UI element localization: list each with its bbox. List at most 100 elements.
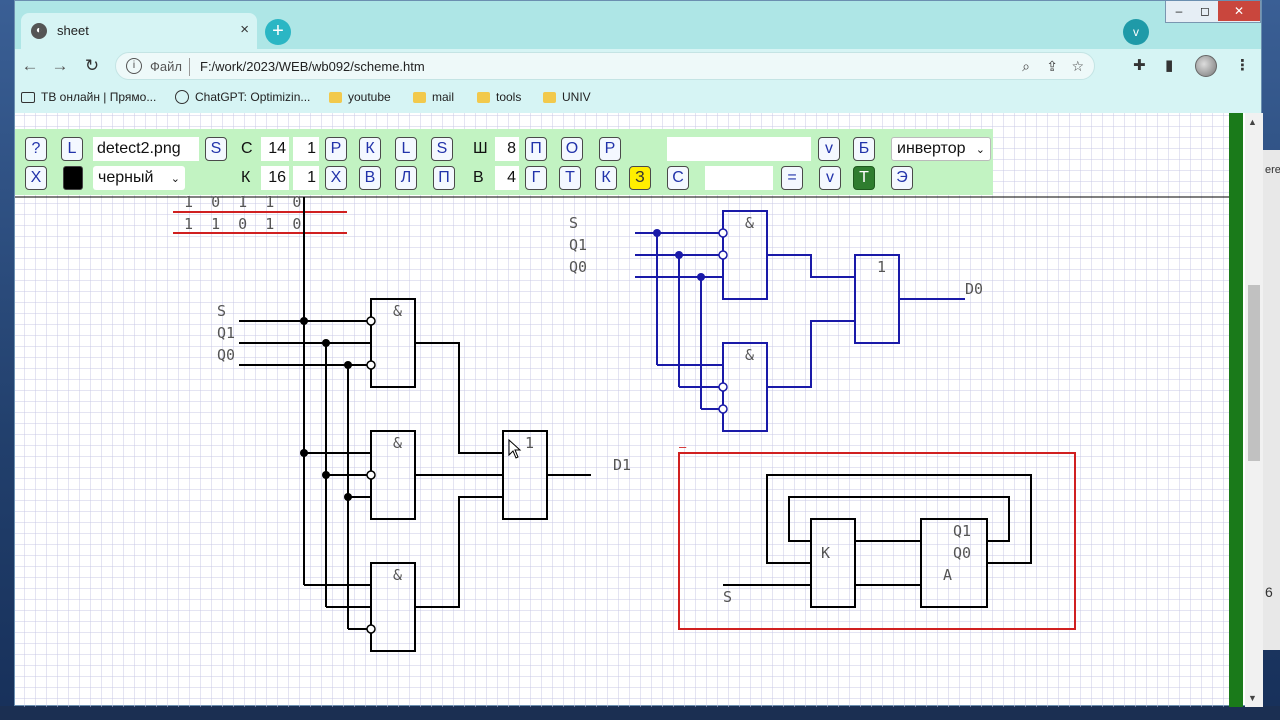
bookmark-tools[interactable]: tools — [477, 90, 521, 104]
folder-icon — [543, 91, 556, 103]
bookmark-label: UNIV — [562, 90, 591, 104]
button-k2[interactable]: К — [595, 166, 617, 190]
side-window-label: ere — [1265, 164, 1280, 176]
h-value-field[interactable]: 4 — [495, 166, 519, 190]
chevron-down-icon: ⌄ — [170, 172, 180, 185]
w-label: Ш — [473, 140, 488, 157]
scrollbar-thumb[interactable] — [1248, 285, 1260, 461]
scroll-down-icon[interactable]: ▼ — [1248, 693, 1257, 703]
share-icon[interactable]: ⇪ — [1046, 58, 1058, 75]
element-select[interactable]: инвертор ⌄ — [891, 137, 991, 161]
window-controls: – ◻ ✕ — [1165, 1, 1261, 23]
button-e[interactable]: Э — [891, 166, 913, 190]
bookmark-univ[interactable]: UNIV — [543, 90, 591, 104]
load-button[interactable]: L — [61, 137, 83, 161]
bookmark-label: ТВ онлайн | Прямо... — [41, 90, 157, 104]
scheme-canvas[interactable]: 1 0 1 1 0 1 1 0 1 0 S Q1 Q0 & & & 1 D1 S… — [15, 113, 1229, 707]
info-icon[interactable]: i — [126, 58, 142, 74]
tab-search-button[interactable]: v — [1123, 19, 1149, 45]
title-bar: ◐ sheet × + v – ◻ ✕ — [15, 1, 1261, 49]
chevron-down-icon: ⌄ — [975, 143, 985, 156]
button-right[interactable]: П — [433, 166, 455, 190]
button-p[interactable]: П — [525, 137, 547, 161]
button-l[interactable]: L — [395, 137, 417, 161]
equals-button[interactable]: = — [781, 166, 803, 190]
button-t2[interactable]: Т — [853, 166, 875, 190]
button-z[interactable]: З — [629, 166, 651, 190]
avatar[interactable] — [1195, 55, 1217, 77]
button-t[interactable]: Т — [559, 166, 581, 190]
close-tab-icon[interactable]: × — [240, 21, 249, 38]
globe-icon: ◐ — [31, 23, 47, 39]
address-url[interactable]: F:/work/2023/WEB/wb092/scheme.htm — [200, 59, 425, 74]
zoom-icon[interactable]: ⌕ — [1022, 58, 1030, 75]
folder-icon — [413, 91, 426, 103]
a-block-label: A — [943, 566, 952, 584]
button-r[interactable]: Р — [325, 137, 347, 161]
input-label: S — [217, 302, 226, 320]
vertical-scrollbar[interactable]: ▲ ▼ — [1245, 113, 1263, 707]
button-v[interactable]: v — [818, 137, 840, 161]
or-gate-label: 1 — [877, 258, 886, 276]
tab-sheet[interactable]: ◐ sheet × — [21, 13, 257, 49]
save-button[interactable]: S — [205, 137, 227, 161]
reload-button[interactable]: ↻ — [81, 55, 103, 77]
button-b[interactable]: Б — [853, 137, 875, 161]
text-input-2[interactable] — [705, 166, 773, 190]
forward-button[interactable]: → — [49, 55, 71, 77]
button-s2[interactable]: С — [667, 166, 689, 190]
folder-icon — [329, 91, 342, 103]
close-window-button[interactable]: ✕ — [1218, 1, 1260, 21]
button-s[interactable]: S — [431, 137, 453, 161]
element-select-value: инвертор — [897, 140, 966, 157]
taskbar — [0, 706, 1280, 720]
new-tab-button[interactable]: + — [265, 19, 291, 45]
bookmark-mail[interactable]: mail — [413, 90, 454, 104]
filename-field[interactable]: detect2.png — [93, 137, 199, 161]
scheme-toolbar: ? L detect2.png S С 14 1 Р К L S Ш 8 П О… — [15, 129, 993, 195]
bookmark-youtube[interactable]: youtube — [329, 90, 391, 104]
c-value-field[interactable]: 14 — [261, 137, 289, 161]
bookmark-tv[interactable]: ТВ онлайн | Прямо... — [21, 90, 156, 104]
button-g[interactable]: Г — [525, 166, 547, 190]
extensions-icon[interactable]: ✚ — [1133, 56, 1146, 74]
button-x[interactable]: Х — [325, 166, 347, 190]
back-button[interactable]: ← — [19, 55, 41, 77]
truth-row: 1 1 0 1 0 — [184, 215, 301, 233]
color-select[interactable]: черный ⌄ — [93, 166, 185, 190]
scroll-up-icon[interactable]: ▲ — [1248, 117, 1257, 127]
sidepanel-icon[interactable]: ▮ — [1165, 56, 1173, 74]
color-swatch[interactable] — [63, 166, 83, 190]
tab-title: sheet — [57, 23, 89, 38]
button-r2[interactable]: Р — [599, 137, 621, 161]
address-divider — [189, 58, 190, 76]
input-label: Q0 — [569, 258, 587, 276]
navigation-bar: ← → ↻ i Файл F:/work/2023/WEB/wb092/sche… — [15, 49, 1261, 83]
text-input-1[interactable] — [667, 137, 811, 161]
button-o[interactable]: О — [561, 137, 583, 161]
or-gate-label: 1 — [525, 434, 534, 452]
a-block-label: Q1 — [953, 522, 971, 540]
c-step-field[interactable]: 1 — [293, 137, 319, 161]
k-label: К — [241, 169, 251, 186]
maximize-button[interactable]: ◻ — [1192, 1, 1218, 21]
bookmark-star-icon[interactable]: ☆ — [1071, 58, 1084, 75]
menu-icon[interactable]: ⋮ — [1235, 56, 1250, 74]
k-step-field[interactable]: 1 — [293, 166, 319, 190]
help-button[interactable]: ? — [25, 137, 47, 161]
page-right-border — [1229, 113, 1243, 707]
input-label: Q1 — [217, 324, 235, 342]
color-select-value: черный — [98, 169, 154, 186]
button-up[interactable]: В — [359, 166, 381, 190]
bookmark-chatgpt[interactable]: ChatGPT: Optimizin... — [175, 90, 310, 104]
minimize-button[interactable]: – — [1166, 1, 1192, 21]
button-left[interactable]: Л — [395, 166, 417, 190]
button-v2[interactable]: v — [819, 166, 841, 190]
k-value-field[interactable]: 16 — [261, 166, 289, 190]
w-value-field[interactable]: 8 — [495, 137, 519, 161]
output-label: D1 — [613, 456, 631, 474]
button-k[interactable]: К — [359, 137, 381, 161]
chatgpt-icon — [175, 90, 189, 104]
address-bar[interactable]: i Файл F:/work/2023/WEB/wb092/scheme.htm… — [115, 52, 1095, 80]
clear-button[interactable]: X — [25, 166, 47, 190]
